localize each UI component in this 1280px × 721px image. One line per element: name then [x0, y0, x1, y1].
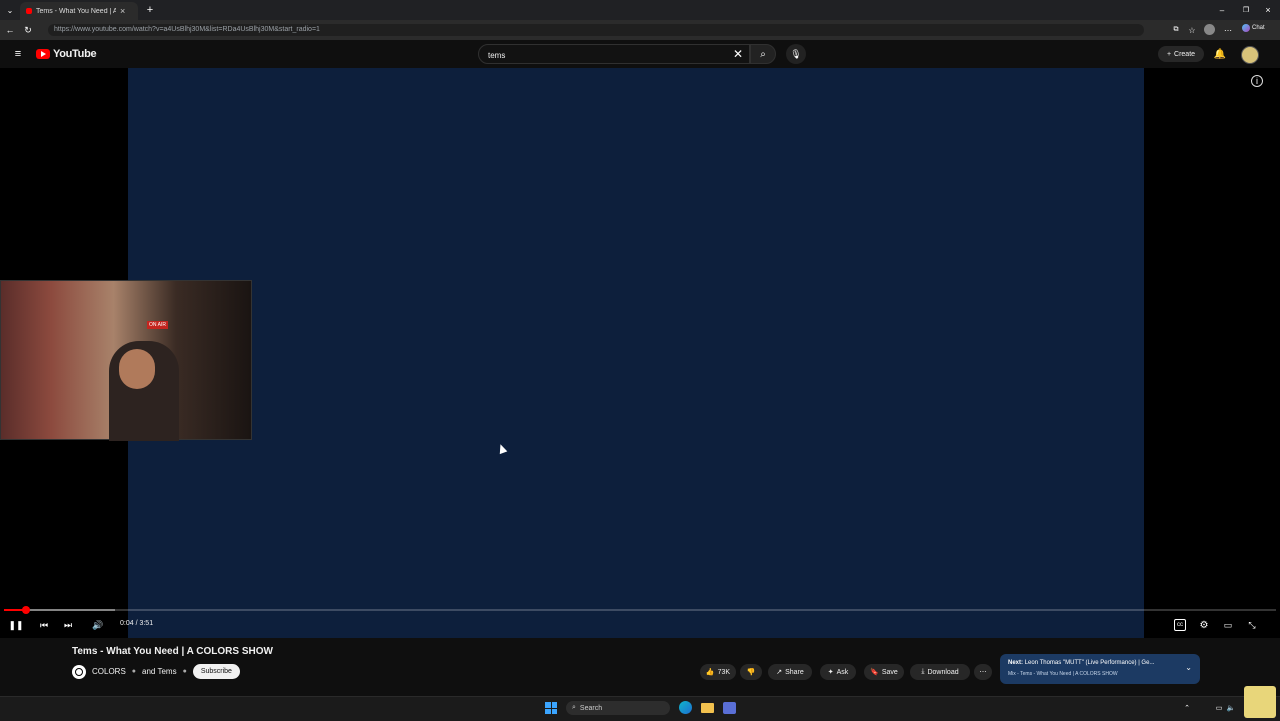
next-up-line: Next: Leon Thomas "MUTT" (Live Performan… [1008, 660, 1154, 666]
chevron-down-icon[interactable]: ⌄ [1185, 663, 1192, 672]
more-menu-icon[interactable]: ⋯ [1222, 24, 1234, 36]
address-bar[interactable]: https://www.youtube.com/watch?v=a4UsBlhj… [48, 24, 1144, 36]
new-tab-icon[interactable]: + [144, 3, 156, 17]
youtube-play-icon [36, 49, 50, 59]
restore-icon[interactable]: ❐ [1240, 4, 1252, 16]
dislike-button[interactable]: 👎 [740, 664, 762, 680]
streamer-head [119, 349, 155, 389]
start-tile [551, 702, 557, 708]
tab-title: Tems - What You Need | A CO [36, 7, 116, 15]
tray-chevron-up-icon[interactable]: ⌃ [1182, 703, 1192, 713]
tab-favicon-icon [26, 8, 32, 14]
copilot-icon [1242, 24, 1250, 32]
start-tile [551, 708, 557, 714]
app-icon[interactable] [723, 702, 736, 714]
like-button[interactable]: 👍 73K [700, 664, 736, 680]
reload-icon[interactable]: ↻ [22, 24, 34, 36]
ask-button[interactable]: ✦ Ask [820, 664, 856, 680]
channel-name[interactable]: COLORS [92, 667, 126, 676]
window-close-icon[interactable]: × [1262, 4, 1274, 16]
back-icon[interactable]: ← [4, 24, 16, 36]
share-icon: ↗ [776, 669, 783, 676]
search-box [478, 44, 750, 65]
download-icon: ⤓ [921, 668, 925, 675]
favorites-icon[interactable]: ☆ [1186, 24, 1198, 36]
search-input[interactable] [486, 45, 720, 65]
taskbar-search[interactable]: ⌕ Search [566, 701, 670, 715]
save-button[interactable]: 🔖 Save [864, 664, 904, 680]
sparkle-icon: ✦ [827, 669, 834, 676]
ask-label: Ask [836, 668, 849, 676]
speaker-icon[interactable]: 🔈 [1226, 703, 1236, 713]
verified-icon: ● [131, 668, 137, 675]
channel-avatar[interactable] [72, 664, 86, 679]
account-avatar[interactable] [1241, 46, 1259, 64]
download-label: Download [927, 668, 959, 676]
video-frame[interactable] [128, 68, 1144, 638]
create-button[interactable]: + Create [1158, 46, 1204, 62]
more-dots-icon: ⋯ [979, 669, 987, 676]
voice-search-icon[interactable]: 🎙 [786, 44, 806, 64]
next-up-card[interactable]: Next: Leon Thomas "MUTT" (Live Performan… [1000, 654, 1200, 684]
on-air-sign: ON AIR [147, 321, 168, 329]
minimize-icon[interactable]: – [1216, 4, 1228, 16]
share-label: Share [785, 668, 804, 676]
bookmark-icon: 🔖 [870, 669, 879, 676]
webcam-overlay: ON AIR [0, 280, 252, 441]
video-title: Tems - What You Need | A COLORS SHOW [72, 646, 273, 657]
search-button[interactable]: ⌕ [750, 44, 776, 64]
taskbar-search-label: Search [579, 704, 603, 712]
plus-icon: + [1166, 50, 1172, 58]
scrubber-handle[interactable] [22, 606, 30, 614]
hamburger-menu-icon[interactable]: ≡ [12, 48, 24, 60]
search-icon: ⌕ [760, 48, 766, 60]
network-icon[interactable]: ▭ [1214, 703, 1224, 713]
streamer-logo-watermark [1244, 686, 1276, 718]
channel-row: COLORS ● and Tems ● Subscribe [72, 664, 240, 679]
next-icon[interactable]: ⏭ [62, 619, 74, 631]
share-button[interactable]: ↗ Share [768, 664, 812, 680]
tab-list-icon[interactable]: ⌄ [4, 4, 16, 16]
file-explorer-icon[interactable] [701, 703, 714, 713]
youtube-logo[interactable]: YouTube [36, 48, 97, 60]
clear-search-icon[interactable]: ✕ [731, 47, 745, 61]
pause-icon[interactable]: ❚❚ [8, 619, 23, 631]
collab-joiner[interactable]: and Tems [142, 667, 177, 676]
subscribe-button[interactable]: Subscribe [192, 664, 240, 679]
thumbs-down-icon: 👎 [746, 669, 756, 676]
save-label: Save [881, 668, 898, 676]
theater-mode-icon[interactable]: ▭ [1222, 619, 1234, 631]
extensions-icon[interactable]: ⧉ [1170, 24, 1182, 36]
profile-avatar[interactable] [1204, 24, 1215, 35]
volume-icon[interactable]: 🔊 [92, 619, 104, 631]
captions-icon[interactable]: cc [1174, 619, 1186, 631]
notifications-bell-icon[interactable]: 🔔 [1213, 47, 1227, 61]
edge-icon[interactable] [679, 701, 692, 714]
next-title: Leon Thomas "MUTT" (Live Performance) | … [1024, 660, 1155, 666]
settings-gear-icon[interactable]: ⚙ [1198, 619, 1210, 631]
logo-text: YouTube [53, 48, 97, 60]
start-tile [545, 702, 551, 708]
thumbs-up-icon: 👍 [705, 669, 715, 676]
windows-start-icon[interactable] [545, 702, 557, 714]
verified-icon-2: ● [182, 668, 187, 675]
browser-tab-bar [0, 0, 1280, 20]
copilot-chat-button[interactable]: Chat [1242, 24, 1265, 32]
previous-icon[interactable]: ⏮ [38, 619, 50, 631]
more-actions-button[interactable]: ⋯ [974, 664, 992, 680]
progress-bar[interactable] [4, 606, 1276, 614]
next-label: Next: [1008, 660, 1024, 666]
next-subtitle: Mix - Tems - What You Need | A COLORS SH… [1008, 671, 1118, 677]
fullscreen-icon[interactable]: ⤡ [1246, 619, 1258, 631]
start-tile [545, 708, 551, 714]
download-button[interactable]: ⤓ Download [910, 664, 970, 680]
time-display: 0:04 / 3:51 [120, 620, 154, 627]
browser-tab[interactable]: Tems - What You Need | A CO × [20, 2, 138, 20]
chat-label: Chat [1252, 25, 1265, 31]
like-count: 73K [717, 668, 731, 676]
search-icon: ⌕ [572, 704, 576, 711]
info-icon[interactable]: i [1251, 75, 1263, 87]
tab-close-icon[interactable]: × [120, 6, 125, 16]
create-label: Create [1174, 50, 1196, 58]
